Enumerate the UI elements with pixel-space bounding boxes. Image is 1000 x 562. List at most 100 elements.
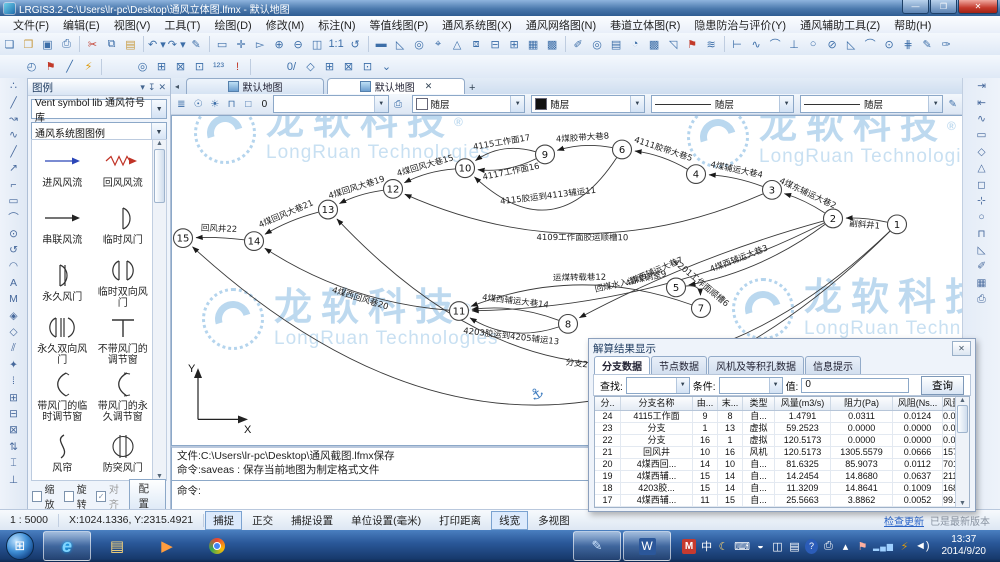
style-brush-icon[interactable]: ✎	[945, 96, 960, 112]
graph-node[interactable]: 6	[613, 140, 632, 159]
status-toggle-线宽[interactable]: 线宽	[491, 511, 528, 530]
measure-tool-5-icon[interactable]: ○	[804, 35, 823, 53]
results-tab-分支数据[interactable]: 分支数据	[594, 356, 650, 374]
slope-view-icon[interactable]: ◺	[971, 242, 992, 258]
graph-edge[interactable]	[476, 148, 536, 160]
legend-symbol-serial[interactable]: 串联风流	[32, 197, 93, 254]
taskbar-app-media[interactable]: ▶	[143, 531, 191, 561]
erase-tool-icon[interactable]: ◇	[301, 58, 320, 76]
new-tab-button[interactable]: +	[469, 82, 475, 94]
layer-sun-icon[interactable]: ☀	[207, 96, 222, 112]
draw-tool-6-icon[interactable]: ⧈	[467, 35, 486, 53]
graph-node[interactable]: 15	[174, 229, 193, 248]
measure-tool-1-icon[interactable]: ⊢	[728, 35, 747, 53]
select-a-icon[interactable]: ⊡	[190, 58, 209, 76]
circle-tool-icon[interactable]: ⊙	[3, 226, 24, 242]
cut-icon[interactable]: ✂	[83, 35, 102, 53]
spline-tool-icon[interactable]: ↝	[3, 111, 24, 127]
taskbar-app-lrgis[interactable]: ✎	[573, 531, 621, 561]
panel-menu-icon[interactable]: ▾	[140, 82, 145, 93]
annotate-tool-4-icon[interactable]: ◔	[626, 35, 645, 53]
box-add-icon[interactable]: ⊞	[320, 58, 339, 76]
circle-view-icon[interactable]: ○	[971, 209, 992, 225]
pin-icon[interactable]: ↧	[148, 82, 156, 93]
box-a-icon[interactable]: ⊡	[358, 58, 377, 76]
print-icon[interactable]: ⎙	[57, 35, 76, 53]
doc-tray-icon[interactable]: ▤	[788, 539, 801, 554]
menu-工具(T)[interactable]: 工具(T)	[157, 16, 207, 34]
menu-等值线图(P)[interactable]: 等值线图(P)	[363, 16, 436, 34]
graph-node[interactable]: 5	[667, 278, 686, 297]
dot-tool-icon[interactable]: ∴	[3, 78, 24, 94]
annotate-tool-2-icon[interactable]: ◎	[588, 35, 607, 53]
table-row[interactable]: 244115工作面98自...1.47910.03110.01240.0460	[595, 411, 969, 423]
perp-tool-icon[interactable]: ⊥	[3, 471, 24, 487]
beam-tool-icon[interactable]: ⌶	[3, 455, 24, 471]
graph-node[interactable]: 12	[384, 180, 403, 199]
legend-symbol-pdoor[interactable]: 永久风门	[32, 254, 93, 311]
rotate-tool-icon[interactable]: ↺	[3, 242, 24, 258]
draw-tool-8-icon[interactable]: ⊞	[505, 35, 524, 53]
graph-node[interactable]: 1	[888, 215, 907, 234]
taskbar-app-ie[interactable]: e	[43, 531, 91, 561]
column-header-5[interactable]: 类型	[743, 397, 775, 410]
bylayer-combo-2[interactable]: 随层▼	[531, 95, 645, 113]
draw-tool-4-icon[interactable]: ⌖	[429, 35, 448, 53]
results-tab-风机及等积孔数据[interactable]: 风机及等积孔数据	[708, 356, 804, 374]
pen-view-icon[interactable]: ✐	[971, 258, 992, 274]
legend-symbol-pwindow[interactable]: 带风门的永久调节窗	[93, 368, 154, 425]
print-layer-icon[interactable]: ⎙	[391, 96, 406, 112]
measure-tool-4-icon[interactable]: ⊥	[785, 35, 804, 53]
help-icon[interactable]: ?	[805, 539, 818, 554]
arc-tool-icon[interactable]: ⌒	[3, 209, 24, 225]
parallel-tool-icon[interactable]: ⫽	[3, 340, 24, 356]
layer-lock-icon[interactable]: ⊓	[224, 96, 239, 112]
measure-tool-7-icon[interactable]: ◺	[842, 35, 861, 53]
new-icon[interactable]: ❏	[0, 35, 19, 53]
align-checkbox[interactable]: ✓	[96, 491, 106, 502]
menu-文件(F)[interactable]: 文件(F)	[6, 16, 56, 34]
table-row[interactable]: 194煤西辅...1514自...14.245414.86800.0637211…	[595, 471, 969, 483]
select-add-icon[interactable]: ⊞	[152, 58, 171, 76]
graph-edge[interactable]	[686, 286, 701, 296]
title-bar[interactable]: LRGIS3.2-C:\Users\lr-pc\Desktop\通风立体图.lf…	[0, 0, 1000, 16]
graph-node[interactable]: 11	[450, 302, 469, 321]
value-input[interactable]: 0	[801, 378, 909, 393]
menu-隐患防治与评价(Y)[interactable]: 隐患防治与评价(Y)	[687, 16, 793, 34]
zoom-in-icon[interactable]: ⊕	[270, 35, 289, 53]
flag-tool-icon[interactable]: ⚑	[683, 35, 702, 53]
select-remove-icon[interactable]: ⊠	[171, 58, 190, 76]
table-row[interactable]: 21回风井1016风机120.51731305.55790.0666157342…	[595, 447, 969, 459]
chevron-down-icon[interactable]: ▼	[928, 96, 942, 112]
measure-tool-8-icon[interactable]: ⌒	[861, 35, 880, 53]
graph-node[interactable]: 3	[763, 181, 782, 200]
graph-node[interactable]: 2	[824, 209, 843, 228]
measure-tool-3-icon[interactable]: ⌒	[766, 35, 785, 53]
tab-scroll-left-icon[interactable]: ◂	[171, 78, 183, 94]
layer-select[interactable]: ▼	[273, 95, 389, 113]
polyline-tool-icon[interactable]: ⌐	[3, 176, 24, 192]
table-row[interactable]: 16运煤转载巷1214自...56.066255.01930.01523084.…	[595, 507, 969, 508]
swap-tool-icon[interactable]: ⇅	[3, 439, 24, 455]
legend-scrollbar[interactable]: ▲▼	[152, 139, 167, 481]
graph-node[interactable]: 7	[692, 299, 711, 318]
collapse-right-icon[interactable]: ⇥	[971, 78, 992, 94]
history-tool-icon[interactable]: ◴	[22, 58, 41, 76]
layer-manager-icon[interactable]: ≣	[174, 96, 189, 112]
menu-视图(V)[interactable]: 视图(V)	[107, 16, 158, 34]
column-header-3[interactable]: 由...	[693, 397, 718, 410]
annotate-tool-8-icon[interactable]: ≋	[702, 35, 721, 53]
annotate-tool-6-icon[interactable]: ◹	[664, 35, 683, 53]
start-button[interactable]: ⊞	[6, 532, 34, 560]
legend-symbol-curtain[interactable]: 风帘	[32, 425, 93, 481]
diamond-view-icon[interactable]: ◇	[971, 144, 992, 160]
device-icon[interactable]: ⎙	[822, 539, 835, 554]
legend-symbol-return[interactable]: 回风风流	[93, 140, 154, 197]
column-header-6[interactable]: 风量(m3/s)	[775, 397, 831, 410]
print-view-icon[interactable]: ⎙	[971, 291, 992, 307]
slope-tool-icon[interactable]: 0/	[282, 58, 301, 76]
rect-tool-icon[interactable]: ▭	[3, 193, 24, 209]
measure-tool-6-icon[interactable]: ⊘	[823, 35, 842, 53]
mtext-tool-icon[interactable]: M	[3, 291, 24, 307]
network-alert-icon[interactable]: ⚑	[856, 539, 869, 554]
